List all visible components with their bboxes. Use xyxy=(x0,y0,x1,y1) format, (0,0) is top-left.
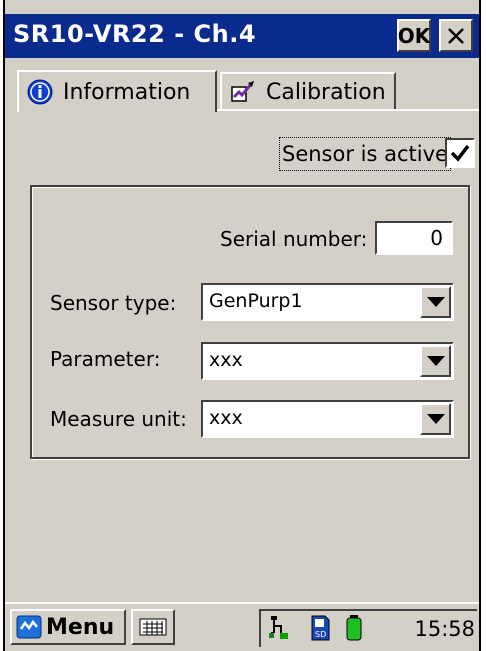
calibration-icon xyxy=(231,81,254,102)
title-bar: SR10-VR22 - Ch.4 OK xyxy=(5,14,479,58)
menu-button[interactable]: Menu xyxy=(10,609,126,645)
network-icon[interactable] xyxy=(267,613,295,643)
windows-start-icon xyxy=(16,615,42,639)
svg-text:SD: SD xyxy=(315,630,326,639)
app-window: SR10-VR22 - Ch.4 OK Information Calibrat… xyxy=(3,0,481,651)
tab-calibration[interactable]: Calibration xyxy=(220,72,396,110)
sensor-type-dropdown-button[interactable] xyxy=(420,286,451,318)
keyboard-button[interactable] xyxy=(131,609,175,645)
taskbar: Menu SD 15:58 xyxy=(5,602,479,651)
chevron-down-icon xyxy=(426,356,445,366)
sensor-details-group: Serial number: 0 Sensor type: GenPurp1 P… xyxy=(30,185,470,459)
measure-unit-select[interactable]: xxx xyxy=(201,400,454,438)
parameter-value: xxx xyxy=(209,349,243,371)
measure-unit-value: xxx xyxy=(209,407,243,429)
serial-number-label: Serial number: xyxy=(220,227,368,251)
measure-unit-label: Measure unit: xyxy=(50,407,187,431)
close-icon xyxy=(448,27,464,44)
ok-button[interactable]: OK xyxy=(397,19,431,52)
sd-card-icon[interactable]: SD xyxy=(309,614,331,642)
tab-information[interactable]: Information xyxy=(17,70,217,112)
parameter-select[interactable]: xxx xyxy=(201,342,454,380)
sensor-type-select[interactable]: GenPurp1 xyxy=(201,283,454,321)
tab-information-label: Information xyxy=(63,79,191,105)
chevron-down-icon xyxy=(426,297,445,307)
window-title: SR10-VR22 - Ch.4 xyxy=(13,20,257,48)
serial-number-input[interactable]: 0 xyxy=(375,221,453,255)
system-tray: SD 15:58 xyxy=(259,609,477,647)
parameter-label: Parameter: xyxy=(50,347,161,371)
info-icon xyxy=(27,79,53,105)
menu-label: Menu xyxy=(46,614,115,640)
sensor-type-value: GenPurp1 xyxy=(209,290,303,312)
clock[interactable]: 15:58 xyxy=(414,617,475,641)
parameter-dropdown-button[interactable] xyxy=(420,345,451,377)
checkmark-icon xyxy=(450,144,470,162)
tab-divider xyxy=(217,109,479,111)
close-button[interactable] xyxy=(439,19,473,52)
keyboard-icon xyxy=(139,618,167,636)
sensor-active-label[interactable]: Sensor is active xyxy=(279,137,451,171)
sensor-type-label: Sensor type: xyxy=(50,291,177,315)
battery-icon[interactable] xyxy=(345,614,363,642)
tab-calibration-label: Calibration xyxy=(266,79,386,105)
chevron-down-icon xyxy=(426,414,445,424)
measure-unit-dropdown-button[interactable] xyxy=(420,403,451,435)
sensor-active-checkbox[interactable] xyxy=(445,138,475,168)
